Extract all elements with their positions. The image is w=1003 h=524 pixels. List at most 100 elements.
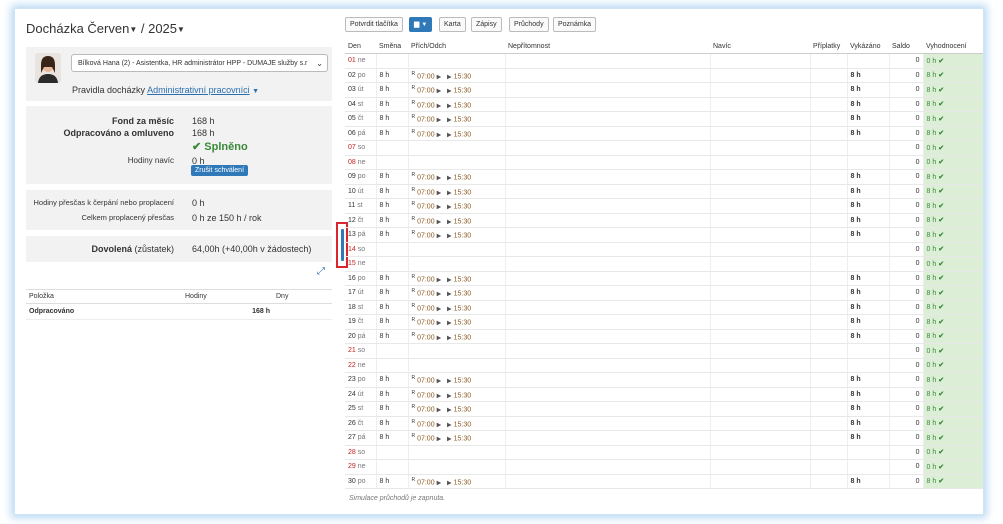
departure-time[interactable]: 15:30	[454, 290, 472, 297]
departure-time[interactable]: 15:30	[454, 218, 472, 225]
table-row[interactable]: 14 so 0 0 h ✔	[345, 242, 983, 257]
evaluation-value: 8 h	[926, 86, 937, 94]
check-icon: ✔	[938, 289, 945, 297]
table-row[interactable]: 22 ne 0 0 h ✔	[345, 358, 983, 373]
saldo-cell: 0	[889, 474, 924, 489]
arrival-time[interactable]: 07:00	[417, 203, 435, 210]
departure-time[interactable]: 15:30	[454, 435, 472, 442]
arrival-time[interactable]: 07:00	[417, 174, 435, 181]
arrival-time[interactable]: 07:00	[417, 116, 435, 123]
arrival-time[interactable]: 07:00	[417, 189, 435, 196]
day-number: 27	[348, 434, 356, 442]
table-row[interactable]: 08 ne 0 0 h ✔	[345, 155, 983, 170]
shift-cell: 8 h	[376, 416, 409, 431]
departure-time[interactable]: 15:30	[454, 203, 472, 210]
departure-time[interactable]: 15:30	[454, 406, 472, 413]
bonus-cell	[810, 445, 848, 460]
arrival-time[interactable]: 07:00	[417, 377, 435, 384]
table-row[interactable]: 24 út 8 hR 07:00 ▶ ▶ 15:30 8 h08 h ✔	[345, 387, 983, 402]
table-row[interactable]: 29 ne 0 0 h ✔	[345, 459, 983, 475]
month-selector[interactable]: Docházka Červen▼	[26, 21, 137, 36]
table-row[interactable]: 27 pá 8 hR 07:00 ▶ ▶ 15:30 8 h08 h ✔	[345, 430, 983, 446]
arrival-time[interactable]: 07:00	[417, 406, 435, 413]
table-row[interactable]: 01 ne 0 0 h ✔	[345, 53, 983, 69]
departure-time[interactable]: 15:30	[454, 276, 472, 283]
rules-link[interactable]: Administrativní pracovníci	[147, 85, 250, 95]
departure-time[interactable]: 15:30	[454, 305, 472, 312]
table-row[interactable]: 03 út 8 hR 07:00 ▶ ▶ 15:30 8 h08 h ✔	[345, 82, 983, 98]
card-button[interactable]: Karta	[439, 17, 466, 32]
table-row[interactable]: 21 so 0 0 h ✔	[345, 343, 983, 359]
table-row[interactable]: 05 čt 8 hR 07:00 ▶ ▶ 15:30 8 h08 h ✔	[345, 111, 983, 127]
arrival-time[interactable]: 07:00	[417, 421, 435, 428]
table-row[interactable]: 18 st 8 hR 07:00 ▶ ▶ 15:30 8 h08 h ✔	[345, 300, 983, 315]
expand-icon[interactable]: ⤢	[317, 266, 325, 277]
saldo-value: 0	[915, 448, 920, 456]
arrival-time[interactable]: 07:00	[417, 334, 435, 341]
table-row[interactable]: 26 čt 8 hR 07:00 ▶ ▶ 15:30 8 h08 h ✔	[345, 416, 983, 431]
confirm-buttons-button[interactable]: Potvrdit tlačítka	[345, 17, 403, 32]
departure-time[interactable]: 15:30	[454, 73, 472, 80]
reported-cell: 8 h	[847, 227, 890, 243]
arrival-time[interactable]: 07:00	[417, 73, 435, 80]
table-row[interactable]: 12 čt 8 hR 07:00 ▶ ▶ 15:30 8 h08 h ✔	[345, 213, 983, 228]
departure-time[interactable]: 15:30	[454, 131, 472, 138]
table-row[interactable]: 10 út 8 hR 07:00 ▶ ▶ 15:30 8 h08 h ✔	[345, 184, 983, 199]
extra-cell	[710, 155, 811, 170]
arrival-time[interactable]: 07:00	[417, 87, 435, 94]
caret-down-icon[interactable]: ▼	[252, 88, 259, 95]
arrival-time[interactable]: 07:00	[417, 290, 435, 297]
table-row[interactable]: 20 pá 8 hR 07:00 ▶ ▶ 15:30 8 h08 h ✔	[345, 329, 983, 344]
cancel-approval-button[interactable]: Zrušit schválení	[191, 165, 249, 176]
departure-time[interactable]: 15:30	[454, 479, 472, 486]
arrival-time[interactable]: 07:00	[417, 319, 435, 326]
arrival-time[interactable]: 07:00	[417, 392, 435, 399]
table-row[interactable]: 23 po 8 hR 07:00 ▶ ▶ 15:30 8 h08 h ✔	[345, 372, 983, 388]
departure-time[interactable]: 15:30	[454, 116, 472, 123]
table-row[interactable]: 06 pá 8 hR 07:00 ▶ ▶ 15:30 8 h08 h ✔	[345, 126, 983, 141]
play-icon: ▶	[436, 479, 442, 486]
departure-time[interactable]: 15:30	[454, 319, 472, 326]
arrival-time[interactable]: 07:00	[417, 102, 435, 109]
arrival-time[interactable]: 07:00	[417, 131, 435, 138]
departure-time[interactable]: 15:30	[454, 102, 472, 109]
print-menu-button[interactable]: ▆ ▼	[409, 17, 433, 32]
departure-time[interactable]: 15:30	[454, 87, 472, 94]
year-selector[interactable]: 2025▼	[148, 21, 185, 36]
table-row[interactable]: 28 so 0 0 h ✔	[345, 445, 983, 460]
departure-time[interactable]: 15:30	[454, 174, 472, 181]
records-button[interactable]: Zápisy	[471, 17, 502, 32]
note-button[interactable]: Poznámka	[553, 17, 597, 32]
extra-cell	[710, 343, 811, 359]
departure-time[interactable]: 15:30	[454, 232, 472, 239]
arrival-time[interactable]: 07:00	[417, 305, 435, 312]
arrival-time[interactable]: 07:00	[417, 276, 435, 283]
departure-time[interactable]: 15:30	[454, 421, 472, 428]
table-row[interactable]: 11 st 8 hR 07:00 ▶ ▶ 15:30 8 h08 h ✔	[345, 198, 983, 214]
table-row[interactable]: 17 út 8 hR 07:00 ▶ ▶ 15:30 8 h08 h ✔	[345, 285, 983, 301]
table-row[interactable]: 15 ne 0 0 h ✔	[345, 256, 983, 272]
table-row[interactable]: 13 pá 8 hR 07:00 ▶ ▶ 15:30 8 h08 h ✔	[345, 227, 983, 243]
arrival-time[interactable]: 07:00	[417, 232, 435, 239]
table-row[interactable]: 09 po 8 hR 07:00 ▶ ▶ 15:30 8 h08 h ✔	[345, 169, 983, 185]
table-row[interactable]: 16 po 8 hR 07:00 ▶ ▶ 15:30 8 h08 h ✔	[345, 271, 983, 286]
bonus-cell	[810, 169, 848, 185]
table-row[interactable]: 04 st 8 hR 07:00 ▶ ▶ 15:30 8 h08 h ✔	[345, 97, 983, 112]
table-row[interactable]: 02 po 8 hR 07:00 ▶ ▶ 15:30 8 h08 h ✔	[345, 68, 983, 83]
reported-cell	[847, 445, 890, 460]
table-row[interactable]: 19 čt 8 hR 07:00 ▶ ▶ 15:30 8 h08 h ✔	[345, 314, 983, 330]
table-row[interactable]: 25 st 8 hR 07:00 ▶ ▶ 15:30 8 h08 h ✔	[345, 401, 983, 417]
departure-time[interactable]: 15:30	[454, 334, 472, 341]
table-row[interactable]: 07 so 0 0 h ✔	[345, 140, 983, 156]
employee-select[interactable]: Bílková Hana (2) - Asistentka, HR admini…	[71, 54, 328, 72]
departure-time[interactable]: 15:30	[454, 377, 472, 384]
arrival-time[interactable]: 07:00	[417, 435, 435, 442]
passes-button[interactable]: Průchody	[509, 17, 549, 32]
departure-time[interactable]: 15:30	[454, 392, 472, 399]
table-row[interactable]: 30 po 8 hR 07:00 ▶ ▶ 15:30 8 h08 h ✔	[345, 474, 983, 489]
arrival-time[interactable]: 07:00	[417, 479, 435, 486]
arrival-time[interactable]: 07:00	[417, 218, 435, 225]
departure-time[interactable]: 15:30	[454, 189, 472, 196]
reported-cell	[847, 53, 890, 69]
in-out-cell: R 07:00 ▶ ▶ 15:30	[408, 387, 506, 402]
